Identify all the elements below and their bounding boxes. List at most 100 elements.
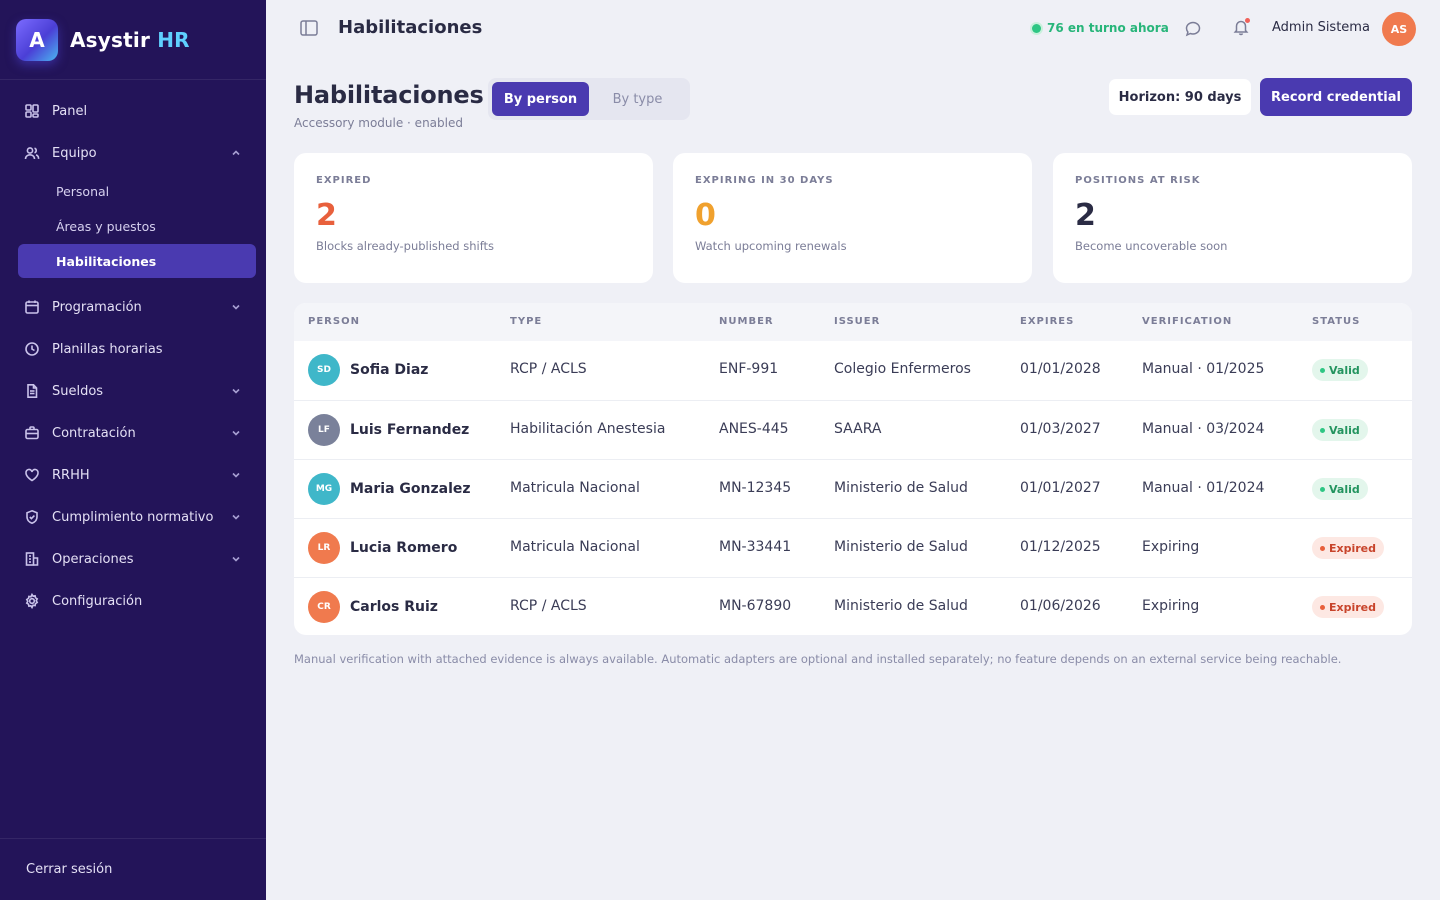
- cell-expires: 01/01/2028: [1020, 361, 1101, 377]
- status-badge: Expired: [1312, 596, 1385, 618]
- kpi-card-expired: EXPIRED 2 Blocks already-published shift…: [294, 153, 653, 283]
- person-cell[interactable]: LF Luis Fernandez: [308, 414, 469, 446]
- chevron-down-icon: [230, 469, 242, 481]
- sidebar: A Asystir HR Panel Equipo Personal Áreas y …: [0, 0, 266, 900]
- column-header[interactable]: TYPE: [510, 316, 542, 327]
- status-dot: [1320, 427, 1325, 433]
- brand[interactable]: A Asystir HR: [0, 0, 266, 80]
- person-cell[interactable]: SD Sofia Diaz: [308, 354, 428, 386]
- status-dot: [1320, 545, 1325, 551]
- view-toggle: By person By type: [488, 78, 690, 120]
- kpi-value: 2: [316, 198, 337, 233]
- tab-by-person[interactable]: By person: [492, 82, 589, 116]
- gear-icon: [24, 593, 40, 609]
- sidebar-subitem[interactable]: Personal: [0, 174, 266, 209]
- sidebar-item-planillas-horarias[interactable]: Planillas horarias: [0, 328, 266, 370]
- kpi-card-expiring: EXPIRING IN 30 DAYS 0 Watch upcoming ren…: [673, 153, 1032, 283]
- logout-button[interactable]: Cerrar sesión: [0, 838, 266, 900]
- sidebar-item-rrhh[interactable]: RRHH: [0, 454, 266, 496]
- cell-expires: 01/01/2027: [1020, 480, 1101, 496]
- table-row[interactable]: LF Luis Fernandez Habilitación Anestesia AN…: [294, 400, 1412, 459]
- cell-verification: Expiring: [1142, 598, 1200, 614]
- document-icon: [24, 383, 40, 399]
- sidebar-item-label: Contratación: [52, 425, 136, 441]
- sidebar-item-operaciones[interactable]: Operaciones: [0, 538, 266, 580]
- avatar[interactable]: AS: [1382, 12, 1416, 46]
- person-cell[interactable]: LR Lucia Romero: [308, 532, 457, 564]
- record-credential-button[interactable]: Record credential: [1260, 78, 1412, 116]
- column-header[interactable]: PERSON: [308, 316, 360, 327]
- person-name: Lucia Romero: [350, 540, 458, 556]
- chat-icon[interactable]: [1184, 20, 1202, 38]
- chevron-down-icon: [230, 553, 242, 565]
- cell-number: MN-67890: [719, 598, 792, 614]
- sidebar-item-label: Equipo: [52, 145, 97, 161]
- sidebar-item-configuracion[interactable]: Configuración: [0, 580, 266, 622]
- sidebar-item-contratacion[interactable]: Contratación: [0, 412, 266, 454]
- briefcase-icon: [24, 425, 40, 441]
- column-header[interactable]: ISSUER: [834, 316, 880, 327]
- cell-issuer: Ministerio de Salud: [834, 480, 968, 496]
- cell-verification: Expiring: [1142, 539, 1200, 555]
- shield-icon: [24, 509, 40, 525]
- tab-by-type[interactable]: By type: [589, 82, 686, 116]
- sidebar-item-programacion[interactable]: Programación: [0, 286, 266, 328]
- sidebar-item-label: Operaciones: [52, 551, 134, 567]
- cell-type: RCP / ACLS: [510, 598, 587, 614]
- sidebar-item-sueldos[interactable]: Sueldos: [0, 370, 266, 412]
- kpi-description: Become uncoverable soon: [1075, 239, 1228, 253]
- sidebar-item-label: Panel: [52, 103, 88, 119]
- cell-expires: 01/06/2026: [1020, 598, 1101, 614]
- horizon-button[interactable]: Horizon: 90 days: [1109, 79, 1251, 115]
- table-row[interactable]: CR Carlos Ruiz RCP / ACLS MN-67890 Ministeri…: [294, 577, 1412, 635]
- person-cell[interactable]: CR Carlos Ruiz: [308, 591, 438, 623]
- sidebar-item-cumplimiento-normativo[interactable]: Cumplimiento normativo: [0, 496, 266, 538]
- bell-icon[interactable]: [1232, 18, 1250, 38]
- person-name: Maria Gonzalez: [350, 481, 471, 497]
- brand-name: Asystir HR: [70, 27, 190, 52]
- table-row[interactable]: LR Lucia Romero Matricula Nacional MN-33441…: [294, 518, 1412, 577]
- cell-number: ENF-991: [719, 361, 779, 377]
- chevron-down-icon: [230, 385, 242, 397]
- sidebar-subitem[interactable]: Habilitaciones: [18, 244, 256, 278]
- user-name[interactable]: Admin Sistema: [1272, 20, 1370, 35]
- cell-type: Matricula Nacional: [510, 539, 640, 555]
- cell-number: MN-33441: [719, 539, 792, 555]
- status-badge: Valid: [1312, 419, 1368, 441]
- table-body: SD Sofia Diaz RCP / ACLS ENF-991 Colegio Enf…: [294, 341, 1412, 635]
- person-name: Carlos Ruiz: [350, 599, 438, 615]
- topbar-title: Habilitaciones: [338, 17, 483, 38]
- sidebar-item-label: Sueldos: [52, 383, 104, 399]
- column-header[interactable]: STATUS: [1312, 316, 1360, 327]
- kpi-description: Watch upcoming renewals: [695, 239, 847, 253]
- person-cell[interactable]: MG Maria Gonzalez: [308, 473, 471, 505]
- grid-icon: [24, 103, 40, 119]
- building-icon: [24, 551, 40, 567]
- cell-number: ANES-445: [719, 421, 789, 437]
- cell-number: MN-12345: [719, 480, 792, 496]
- sidebar-subitem[interactable]: Áreas y puestos: [0, 209, 266, 244]
- sidebar-toggle-icon[interactable]: [300, 20, 318, 36]
- person-name: Sofia Diaz: [350, 362, 429, 378]
- column-header[interactable]: EXPIRES: [1020, 316, 1074, 327]
- sidebar-item-label: Planillas horarias: [52, 341, 163, 357]
- cell-type: Habilitación Anestesia: [510, 421, 666, 437]
- table-row[interactable]: SD Sofia Diaz RCP / ACLS ENF-991 Colegio Enf…: [294, 341, 1412, 400]
- sidebar-item-panel[interactable]: Panel: [0, 90, 266, 132]
- clock-icon: [24, 341, 40, 357]
- status-dot: [1320, 367, 1325, 373]
- cell-verification: Manual · 03/2024: [1142, 421, 1265, 437]
- column-header[interactable]: VERIFICATION: [1142, 316, 1232, 327]
- sidebar-item-equipo[interactable]: Equipo: [0, 132, 266, 174]
- column-header[interactable]: NUMBER: [719, 316, 774, 327]
- sidebar-item-label: Cumplimiento normativo: [52, 509, 214, 525]
- table-row[interactable]: MG Maria Gonzalez Matricula Nacional MN-123…: [294, 459, 1412, 518]
- sidebar-nav: Panel Equipo Personal Áreas y puestos Habili…: [0, 80, 266, 622]
- kpi-card-positions-at-risk: POSITIONS AT RISK 2 Become uncoverable s…: [1053, 153, 1412, 283]
- status-badge: Valid: [1312, 478, 1368, 500]
- cell-issuer: Ministerio de Salud: [834, 598, 968, 614]
- avatar: MG: [308, 473, 340, 505]
- kpi-value: 2: [1075, 198, 1096, 233]
- calendar-icon: [24, 299, 40, 315]
- sidebar-item-label: Configuración: [52, 593, 143, 609]
